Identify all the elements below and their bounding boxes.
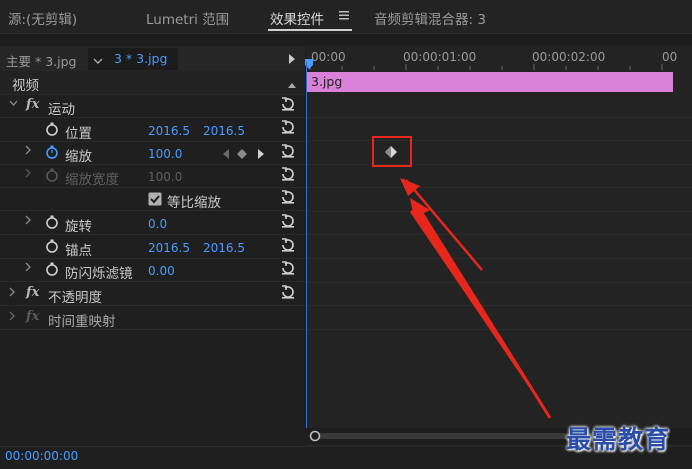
rotation-value[interactable]: 0.0 — [148, 217, 167, 231]
play-triangle-icon[interactable] — [288, 53, 296, 68]
reset-icon[interactable] — [280, 119, 296, 135]
rotation-label: 旋转 — [65, 219, 92, 235]
tab-source[interactable]: 源:(无剪辑) — [8, 8, 77, 28]
watermark-text: 最需教育 — [566, 425, 671, 454]
reset-icon[interactable] — [280, 166, 296, 182]
chevron-right-icon[interactable] — [8, 287, 16, 300]
reset-icon[interactable] — [280, 284, 296, 300]
chevron-right-icon[interactable] — [24, 215, 32, 228]
scale-value[interactable]: 100.0 — [148, 147, 182, 161]
keyframe-diamond-icon[interactable] — [385, 146, 397, 162]
ruler-label-end: 00 — [662, 50, 678, 64]
anti-flicker-label: 防闪烁滤镜 — [65, 266, 133, 282]
stopwatch-icon[interactable] — [45, 122, 59, 136]
reset-icon[interactable] — [280, 213, 296, 229]
tab-lumetri-scopes[interactable]: Lumetri 范围 — [146, 8, 229, 28]
sequence-clip-label[interactable]: 3 * 3.jpg — [114, 51, 167, 66]
chevron-right-icon — [24, 168, 32, 181]
stopwatch-active-icon[interactable] — [45, 145, 59, 159]
scrollbar-handle[interactable] — [309, 430, 321, 446]
hamburger-menu-icon[interactable] — [338, 9, 350, 25]
chevron-right-icon[interactable] — [24, 262, 32, 275]
tab-effect-controls[interactable]: 效果控件 — [270, 8, 324, 28]
stopwatch-icon — [45, 168, 59, 182]
clip-name: 3.jpg — [311, 74, 343, 89]
time-remap-label: 时间重映射 — [48, 314, 116, 330]
fx-icon[interactable]: fx — [26, 285, 39, 300]
previous-keyframe-icon[interactable] — [222, 148, 230, 163]
fx-icon: fx — [26, 309, 40, 324]
chevron-down-icon[interactable] — [9, 98, 18, 111]
position-label: 位置 — [65, 126, 92, 142]
master-clip-label[interactable]: 主要 * 3.jpg — [6, 51, 76, 70]
reset-icon[interactable] — [280, 96, 296, 112]
scrollbar-track[interactable] — [316, 433, 606, 439]
anti-flicker-value[interactable]: 0.00 — [148, 264, 175, 278]
opacity-row[interactable] — [0, 282, 305, 306]
add-keyframe-icon[interactable] — [237, 148, 247, 163]
scale-label: 缩放 — [65, 149, 92, 165]
position-x-value[interactable]: 2016.5 — [148, 124, 190, 138]
ruler-label-start: 00:00 — [311, 50, 346, 64]
anchor-label: 锚点 — [65, 243, 92, 259]
chevron-down-icon[interactable] — [93, 55, 103, 70]
uniform-scale-label: 等比缩放 — [167, 195, 221, 211]
scale-width-label: 缩放宽度 — [65, 172, 119, 188]
reset-icon[interactable] — [280, 260, 296, 276]
chevron-right-icon[interactable] — [24, 145, 32, 158]
anchor-x-value[interactable]: 2016.5 — [148, 241, 190, 255]
chevron-right-icon[interactable] — [8, 311, 16, 324]
collapse-up-icon[interactable] — [287, 78, 297, 93]
clip-bar[interactable] — [307, 72, 673, 92]
stopwatch-icon[interactable] — [45, 239, 59, 253]
fx-icon[interactable]: fx — [26, 97, 39, 112]
scale-width-value: 100.0 — [148, 170, 183, 184]
ruler-ticks — [309, 64, 663, 70]
motion-row[interactable] — [0, 94, 305, 118]
video-section-label: 视频 — [12, 78, 39, 94]
time-remap-row[interactable] — [0, 306, 305, 330]
video-section-row — [0, 71, 305, 95]
ruler-label-2s: 00:00:02:00 — [532, 50, 606, 64]
reset-icon[interactable] — [280, 189, 296, 205]
stopwatch-icon[interactable] — [45, 215, 59, 229]
next-keyframe-icon[interactable] — [257, 148, 265, 163]
reset-icon[interactable] — [280, 143, 296, 159]
reset-icon[interactable] — [280, 237, 296, 253]
active-tab-indicator — [268, 29, 352, 31]
anchor-y-value[interactable]: 2016.5 — [203, 241, 245, 255]
motion-label: 运动 — [48, 102, 75, 118]
opacity-label: 不透明度 — [48, 290, 102, 306]
playhead-line[interactable] — [306, 62, 307, 442]
annotation-arrows — [400, 178, 552, 419]
ruler-label-1s: 00:00:01:00 — [403, 50, 477, 64]
current-timecode[interactable]: 00:00:00:00 — [5, 449, 78, 463]
tab-audio-clip-mixer[interactable]: 音频剪辑混合器: 3 — [374, 8, 486, 28]
position-y-value[interactable]: 2016.5 — [203, 124, 245, 138]
stopwatch-icon[interactable] — [45, 262, 59, 276]
uniform-scale-checkbox[interactable] — [148, 192, 162, 210]
